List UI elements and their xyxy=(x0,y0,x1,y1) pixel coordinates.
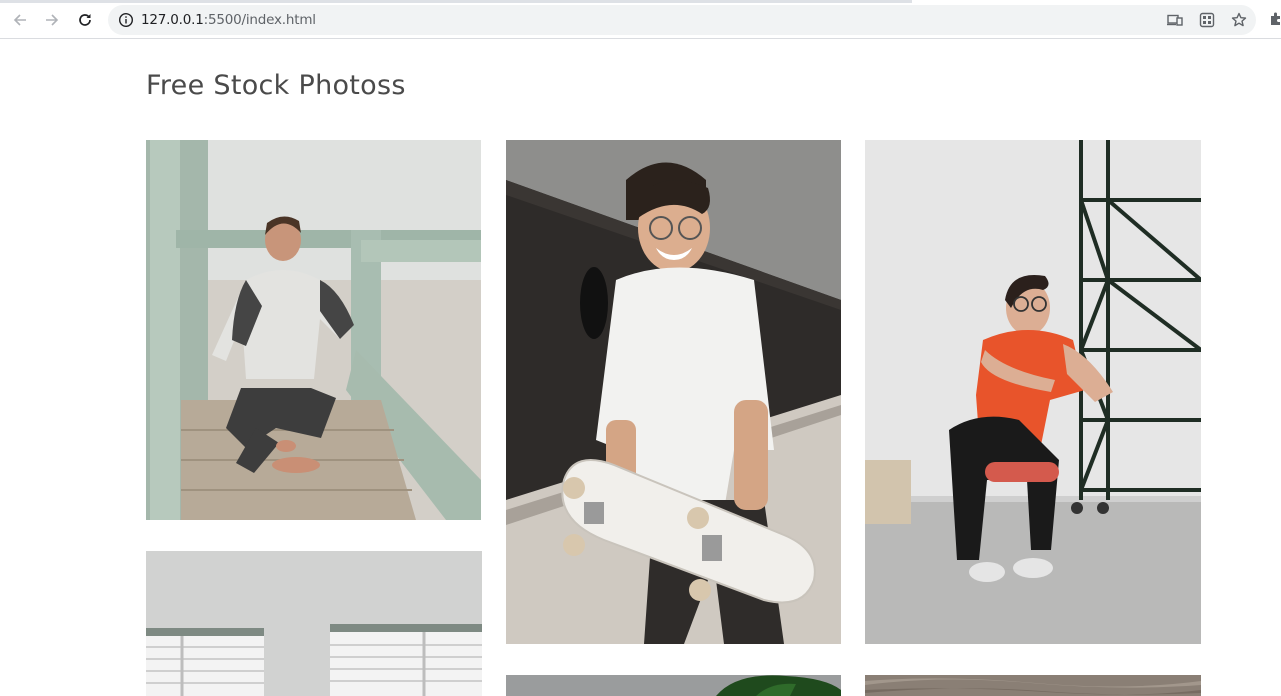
photo-man-skateboard[interactable] xyxy=(506,140,841,644)
photo-image xyxy=(506,140,841,644)
url-text[interactable]: 127.0.0.1:5500/index.html xyxy=(141,12,316,28)
photo-image xyxy=(506,675,841,696)
arrow-right-icon xyxy=(46,14,59,26)
qr-code-icon[interactable] xyxy=(1199,12,1215,28)
arrow-left-icon xyxy=(13,14,26,26)
browser-toolbar: 127.0.0.1:5500/index.html xyxy=(0,0,1281,39)
photo-wooden-surface[interactable] xyxy=(865,675,1201,696)
photo-monstera-plant[interactable] xyxy=(506,675,841,696)
page-title: Free Stock Photoss xyxy=(146,70,406,101)
photo-image xyxy=(865,675,1201,696)
photo-man-lifeguard-tower[interactable] xyxy=(146,140,481,520)
forward-button[interactable] xyxy=(40,8,64,32)
extensions-puzzle-icon[interactable] xyxy=(1268,11,1281,27)
address-bar[interactable]: 127.0.0.1:5500/index.html xyxy=(108,5,1256,35)
url-host: 127.0.0.1 xyxy=(141,12,204,28)
site-info-icon[interactable] xyxy=(118,12,134,28)
reload-icon xyxy=(79,14,91,26)
tab-strip-edge xyxy=(0,0,1281,3)
url-path: :5500/index.html xyxy=(203,12,316,28)
photo-image xyxy=(146,551,482,696)
photo-image xyxy=(865,140,1201,644)
photo-image xyxy=(146,140,481,520)
photo-woman-squat[interactable] xyxy=(865,140,1201,644)
back-button[interactable] xyxy=(8,8,32,32)
cast-device-icon[interactable] xyxy=(1167,12,1183,28)
photo-white-shutters[interactable] xyxy=(146,551,482,696)
reload-button[interactable] xyxy=(73,8,97,32)
bookmark-star-icon[interactable] xyxy=(1231,12,1247,28)
